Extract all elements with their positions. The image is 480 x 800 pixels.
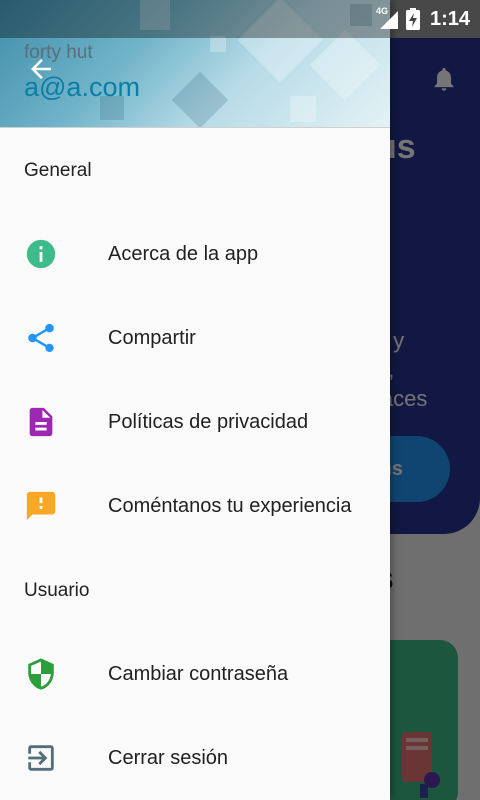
status-bar: 4G 1:14 [0, 0, 480, 38]
section-title-user: Usuario [24, 580, 90, 601]
menu-item-label: Cambiar contraseña [108, 662, 289, 685]
menu-item-label: Compartir [108, 326, 196, 349]
info-icon [26, 239, 56, 269]
menu-item-share[interactable]: Compartir [0, 304, 390, 372]
shield-icon [28, 658, 54, 690]
status-clock: 1:14 [429, 7, 470, 30]
share-icon [28, 323, 54, 353]
menu-item-about[interactable]: Acerca de la app [0, 220, 390, 288]
menu-item-feedback[interactable]: Coméntanos tu experiencia [0, 472, 390, 540]
menu-item-logout[interactable]: Cerrar sesión [0, 724, 390, 792]
user-name: forty hut [24, 42, 93, 63]
network-type-label: 4G [375, 6, 388, 16]
section-title-general: General [24, 160, 92, 181]
menu-item-label: Políticas de privacidad [108, 410, 309, 433]
user-email: a@a.com [24, 72, 140, 102]
menu-item-label: Cerrar sesión [108, 746, 229, 769]
menu-item-label: Acerca de la app [108, 242, 259, 265]
menu-item-privacy[interactable]: Políticas de privacidad [0, 388, 390, 456]
menu-item-change-password[interactable]: Cambiar contraseña [0, 640, 390, 708]
navigation-drawer: forty hut a@a.com General Acerca de la a… [0, 0, 390, 800]
header-divider [0, 127, 390, 128]
cell-signal-icon: 4G [375, 6, 398, 31]
battery-charging-icon [405, 8, 420, 30]
menu-item-label: Coméntanos tu experiencia [108, 494, 352, 517]
feedback-icon [26, 491, 56, 521]
document-icon [29, 407, 53, 437]
logout-icon [28, 745, 54, 771]
